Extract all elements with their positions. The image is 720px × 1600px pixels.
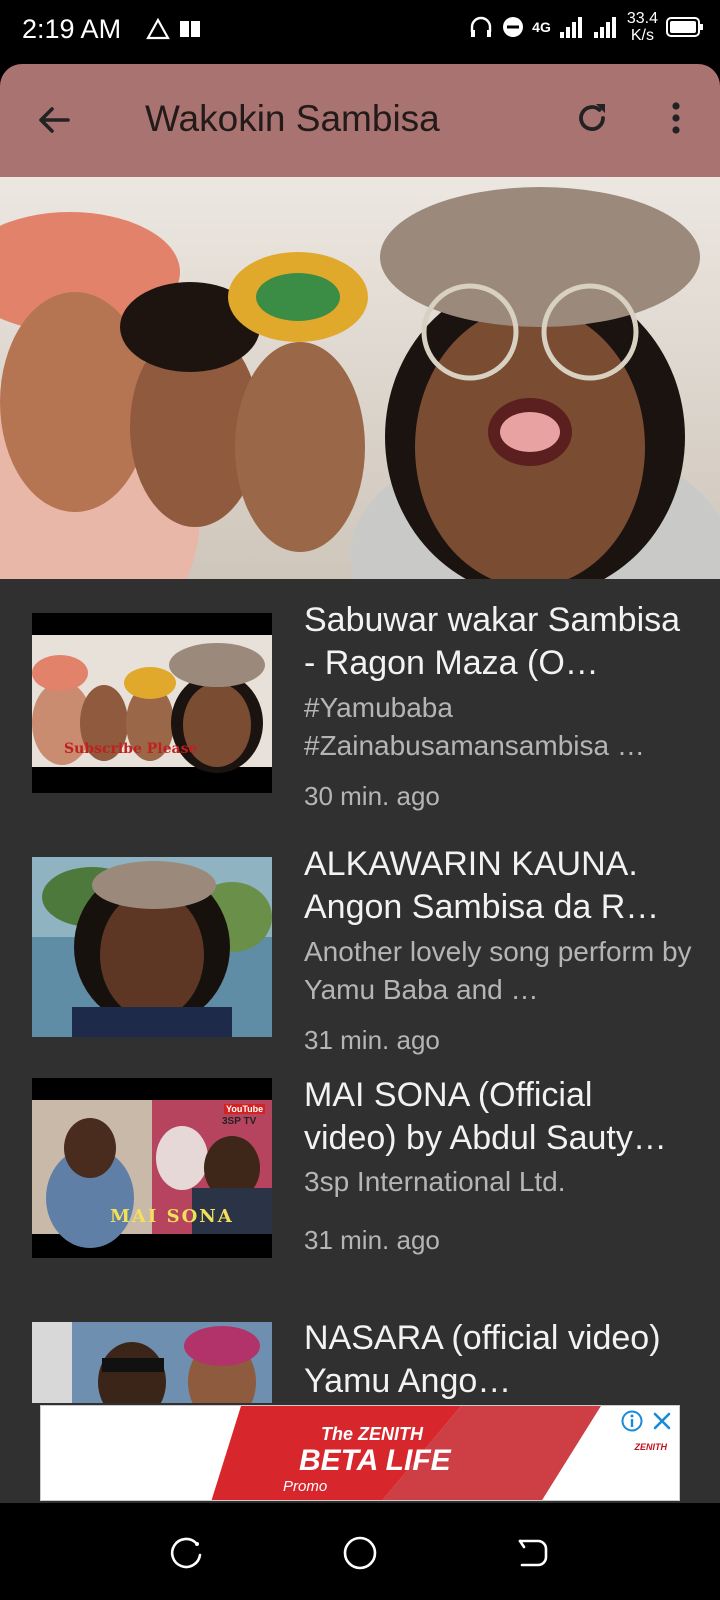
ad-close-icon[interactable]	[651, 1410, 673, 1432]
status-bar: 2:19 AM 4G 33.4 K/s	[0, 0, 720, 64]
video-thumbnail[interactable]	[32, 857, 272, 1037]
system-nav-bar	[0, 1503, 720, 1600]
video-title: MAI SONA (Official video) by Abdul Sauty…	[304, 1076, 667, 1157]
status-right-icons: 4G 33.4 K/s	[468, 10, 704, 44]
video-list-item[interactable]: ALKAWARIN KAUNA. Angon Sambisa da R… Ano…	[0, 823, 720, 1063]
channel-badge: 3SP TV	[222, 1116, 257, 1127]
video-description: 3sp International Ltd.	[304, 1166, 566, 1197]
ad-line3: Promo	[283, 1478, 328, 1495]
status-time: 2:19 AM	[22, 14, 122, 44]
more-vert-icon[interactable]	[656, 98, 696, 138]
battery-icon	[666, 17, 703, 37]
video-title: ALKAWARIN KAUNA. Angon Sambisa da R…	[304, 845, 660, 926]
youtube-badge: YouTube	[224, 1104, 266, 1114]
video-thumbnail[interactable]: MAI SONA YouTube 3SP TV	[32, 1078, 272, 1258]
thumbnail-image	[32, 1322, 272, 1403]
home-icon[interactable]	[340, 1533, 380, 1573]
back-nav-icon[interactable]	[512, 1533, 552, 1573]
signal-icon-1	[559, 17, 582, 38]
do-not-disturb-icon	[503, 17, 524, 37]
thumbnail-caption: MAI SONA	[110, 1206, 234, 1227]
recent-apps-icon[interactable]	[166, 1533, 206, 1573]
app-bar: Wakokin Sambisa	[0, 64, 720, 177]
video-list: Subscribe Please Sabuwar wakar Sam­bisa …	[0, 579, 720, 1403]
ad-banner[interactable]: The ZENITH BETA LIFE Promo ZENITH	[40, 1405, 680, 1501]
warning-icon	[146, 18, 170, 40]
video-title: Sabuwar wakar Sam­bisa - Ragon Maza (O…	[304, 601, 681, 682]
thumbnail-image	[32, 613, 272, 793]
ad-line2: BETA LIFE	[299, 1444, 451, 1477]
video-description: #Yamubaba #Zainabusamansambisa …	[304, 692, 645, 761]
video-list-item[interactable]: NASARA (official video) Yamu Ango…	[0, 1311, 720, 1403]
headphones-icon	[470, 16, 492, 37]
video-thumbnail[interactable]	[32, 1322, 272, 1403]
back-arrow-icon[interactable]	[34, 100, 74, 140]
video-time: 31 min. ago	[304, 1025, 440, 1055]
video-list-item[interactable]: Subscribe Please Sabuwar wakar Sam­bisa …	[0, 579, 720, 819]
thumbnail-caption: Subscribe Please	[64, 741, 198, 757]
refresh-icon[interactable]	[572, 98, 612, 138]
ad-line1: The ZENITH	[321, 1424, 423, 1444]
signal-icon-2	[593, 17, 616, 38]
network-type-icon: 4G	[532, 18, 551, 35]
ad-info-icon[interactable]	[621, 1410, 643, 1432]
video-description: Another lovely song per­form by Yamu Bab…	[304, 936, 692, 1005]
video-time: 31 min. ago	[304, 1225, 440, 1255]
video-list-item[interactable]: MAI SONA YouTube 3SP TV MAI SONA (Offici…	[0, 1067, 720, 1307]
video-thumbnail[interactable]: Subscribe Please	[32, 613, 272, 793]
page-title: Wakokin Sambisa	[145, 98, 440, 139]
hero-banner-image[interactable]	[0, 177, 720, 579]
status-left-icons	[146, 18, 202, 40]
book-icon	[180, 21, 200, 37]
video-time: 30 min. ago	[304, 781, 440, 811]
ad-container: The ZENITH BETA LIFE Promo ZENITH	[0, 1403, 720, 1503]
ad-brand-logo: ZENITH	[634, 1442, 668, 1452]
video-title: NASARA (official video) Yamu Ango…	[304, 1319, 661, 1400]
hero-illustration	[0, 177, 720, 579]
thumbnail-image	[32, 857, 272, 1037]
network-speed: 33.4 K/s	[626, 10, 658, 44]
